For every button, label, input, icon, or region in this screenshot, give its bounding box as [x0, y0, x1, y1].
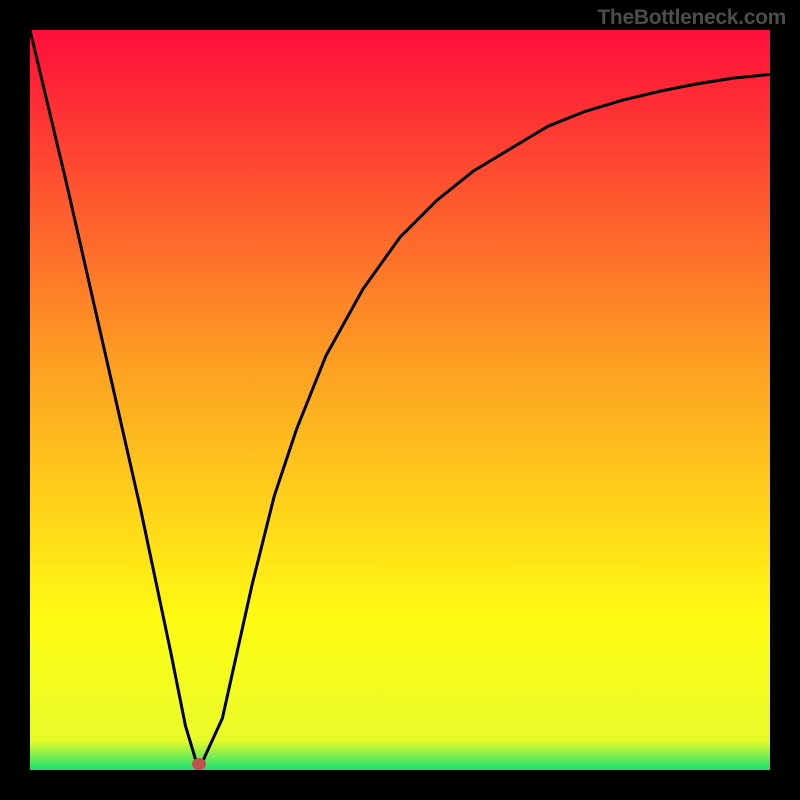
- attribution-text: TheBottleneck.com: [597, 6, 786, 30]
- optimal-marker: [192, 758, 206, 770]
- bottleneck-curve: [30, 30, 770, 770]
- curve-layer: [30, 30, 770, 770]
- chart-frame: { "attribution": "TheBottleneck.com", "c…: [0, 0, 800, 800]
- plot-area: [30, 30, 770, 770]
